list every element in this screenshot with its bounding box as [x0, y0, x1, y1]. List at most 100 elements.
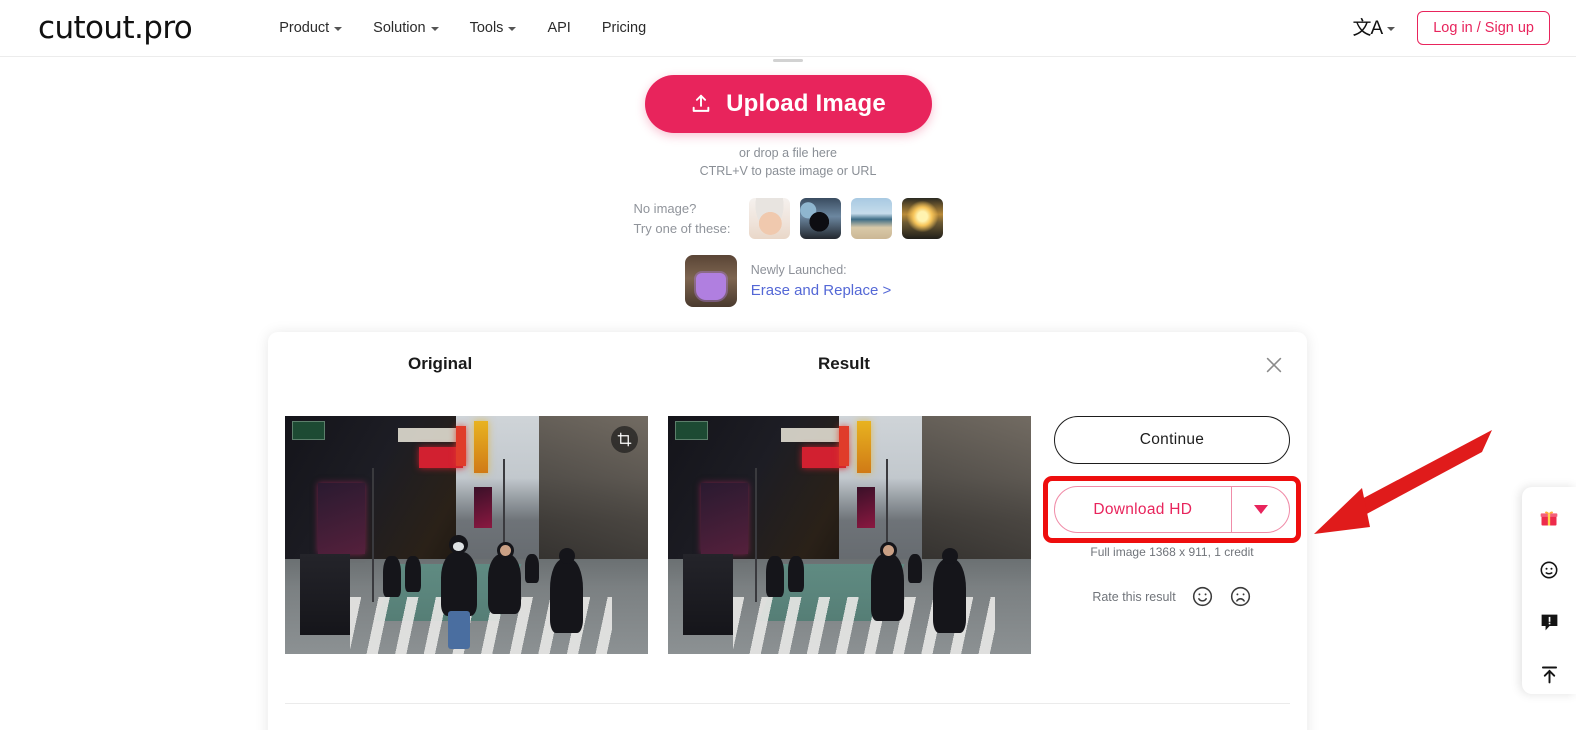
drop-line-1: or drop a file here	[739, 146, 837, 160]
newly-launched-eyebrow: Newly Launched:	[750, 262, 847, 277]
annotation-arrow	[1314, 430, 1492, 534]
chevron-down-icon	[508, 27, 517, 31]
sample-portrait-thumbnail[interactable]	[748, 198, 790, 239]
download-hd-button[interactable]: Download HD	[1054, 486, 1290, 533]
hero-peek-divider	[773, 59, 803, 62]
times-square-sign	[397, 427, 456, 443]
header-right-group: 文A Log in / Sign up	[1353, 11, 1550, 45]
nav-item-product[interactable]: Product	[279, 20, 343, 36]
nav-item-solution[interactable]: Solution	[373, 20, 439, 36]
close-icon[interactable]	[1263, 354, 1285, 376]
nav-item-api[interactable]: API	[547, 20, 570, 36]
result-label: Result	[818, 354, 870, 373]
bar-neon-sign	[473, 420, 489, 474]
drop-instructions: or drop a file here CTRL+V to paste imag…	[700, 144, 877, 180]
translate-icon: 文A	[1352, 17, 1384, 39]
street-scene-original	[285, 416, 648, 654]
pedestrian-head	[558, 547, 575, 564]
pedestrian-body	[549, 558, 583, 633]
sidewalk-kiosk	[299, 554, 351, 635]
pedestrian-body	[404, 556, 422, 593]
ad-screen-mid	[856, 487, 875, 528]
times-square-sign	[780, 427, 839, 443]
login-signup-button[interactable]: Log in / Sign up	[1417, 11, 1550, 45]
upload-hero: Upload Image or drop a file here CTRL+V …	[0, 57, 1576, 180]
pedestrian-body	[488, 554, 521, 614]
result-card-header: Original Result	[268, 332, 1307, 388]
pedestrian-body	[907, 554, 923, 583]
gift-icon[interactable]	[1534, 503, 1564, 533]
rate-result-row: Rate this result	[1054, 585, 1290, 608]
lamp-pole	[372, 468, 375, 602]
pedestrian-body	[787, 556, 805, 593]
ad-screen-left	[317, 482, 365, 555]
lamp-pole	[755, 468, 758, 602]
ad-screen-mid	[473, 487, 492, 528]
chevron-down-icon	[1253, 505, 1268, 514]
face-avatar-icon[interactable]	[1534, 555, 1564, 585]
drop-line-2: CTRL+V to paste image or URL	[699, 164, 877, 179]
nav-label: Solution	[373, 20, 426, 36]
sample-sunset-thumbnail[interactable]	[901, 198, 943, 239]
nav-item-pricing[interactable]: Pricing	[602, 20, 646, 36]
sample-beach-thumbnail[interactable]	[850, 198, 892, 239]
red-neon-sign	[838, 425, 850, 466]
sample-thumbnail-list	[748, 198, 943, 239]
scroll-to-top-icon[interactable]	[1534, 659, 1564, 689]
chevron-down-icon	[334, 27, 343, 31]
newly-launched-text: Newly Launched: Erase and Replace >	[751, 260, 892, 303]
sidewalk-kiosk	[682, 554, 734, 635]
happy-face-icon[interactable]	[1191, 585, 1214, 608]
street-scene-result	[668, 416, 1031, 654]
result-card: Original Result Continue Download HD Ful…	[268, 332, 1307, 730]
download-hd-label[interactable]: Download HD	[1055, 487, 1231, 532]
bar-neon-sign	[856, 420, 872, 474]
sample-prompt-line2: Try one of these:	[633, 220, 731, 236]
pedestrian-body	[766, 556, 785, 597]
floating-sidebar	[1522, 487, 1576, 694]
erase-and-replace-link[interactable]: Erase and Replace >	[751, 280, 892, 303]
erase-replace-thumbnail[interactable]	[684, 255, 737, 307]
logo[interactable]: cutout.pro	[38, 12, 193, 44]
red-neon-sign	[455, 425, 467, 466]
sample-prompt: No image? Try one of these:	[633, 199, 730, 238]
sad-face-icon[interactable]	[1229, 585, 1252, 608]
newly-launched-section: Newly Launched: Erase and Replace >	[0, 255, 1576, 307]
crop-icon	[617, 432, 632, 447]
gift-icon-glyph	[1540, 511, 1558, 526]
original-image[interactable]	[285, 416, 648, 654]
pedestrian-head	[941, 547, 958, 564]
nav-label: Tools	[469, 20, 504, 36]
nav-label: Product	[279, 20, 330, 36]
sample-dark-scene-thumbnail[interactable]	[799, 198, 841, 239]
feedback-icon[interactable]	[1534, 607, 1564, 637]
crop-button[interactable]	[611, 426, 638, 453]
feedback-icon-glyph	[1541, 614, 1557, 630]
pedestrian-body	[871, 554, 904, 621]
newly-launched-banner[interactable]: Newly Launched: Erase and Replace >	[684, 255, 892, 307]
sample-prompt-line1: No image?	[633, 201, 697, 216]
scroll-to-top-icon-glyph	[1541, 666, 1557, 683]
download-options-dropdown[interactable]	[1232, 487, 1289, 532]
result-actions: Continue Download HD Full image 1368 x 9…	[1043, 416, 1301, 608]
upload-icon	[692, 94, 710, 112]
masked-pedestrian-body	[441, 551, 478, 616]
nav-item-tools[interactable]: Tools	[470, 20, 517, 36]
right-buildings	[922, 416, 1031, 569]
street-sign-44	[675, 420, 708, 440]
ad-screen-left	[700, 482, 748, 555]
pedestrian-body	[524, 554, 540, 583]
continue-button[interactable]: Continue	[1054, 416, 1290, 464]
original-label: Original	[408, 354, 473, 373]
face-avatar-icon-glyph	[1540, 561, 1558, 579]
upload-image-button[interactable]: Upload Image	[644, 75, 932, 133]
result-image[interactable]	[668, 416, 1031, 654]
language-switcher[interactable]: 文A	[1353, 19, 1396, 38]
pedestrian-body	[383, 556, 402, 597]
download-note: Full image 1368 x 911, 1 credit	[1090, 545, 1254, 559]
download-hd-group: Download HD	[1043, 476, 1301, 543]
rate-result-label: Rate this result	[1092, 589, 1176, 604]
site-header: cutout.pro Product Solution Tools API Pr…	[0, 0, 1576, 57]
card-divider	[285, 703, 1290, 704]
main-nav: Product Solution Tools API Pricing	[279, 20, 646, 36]
